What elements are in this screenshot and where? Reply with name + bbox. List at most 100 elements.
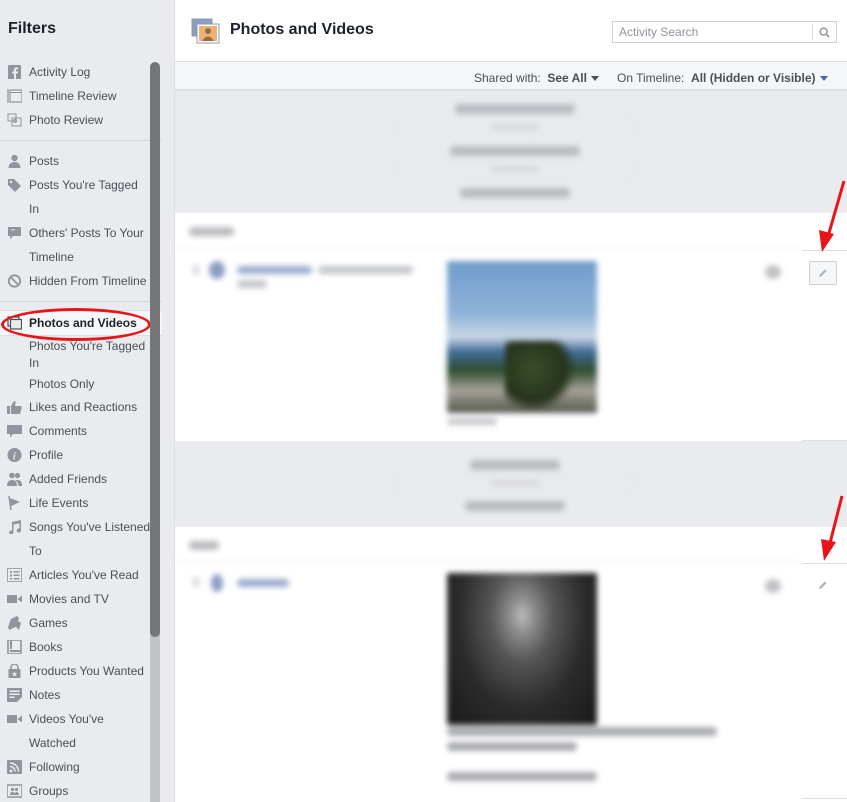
search-icon — [819, 26, 830, 38]
quote-bubble-icon: ”” — [7, 226, 22, 240]
shared-with-label: Shared with: — [474, 71, 541, 85]
card-date-header — [175, 527, 802, 563]
sidebar-item-photos-you-re-tagged-in[interactable]: Photos You're Tagged In — [0, 336, 150, 374]
facebook-icon — [7, 65, 22, 79]
sidebar-item-following[interactable]: Following — [0, 755, 150, 779]
blurred-name-link[interactable] — [237, 579, 289, 587]
sidebar-item-label: Photos and Videos — [29, 316, 137, 330]
blurred-date — [189, 227, 234, 236]
sidebar-item-likes-and-reactions[interactable]: Likes and Reactions — [0, 395, 150, 419]
sidebar-item-label: Timeline Review — [29, 89, 117, 103]
sidebar-divider — [0, 140, 162, 141]
blurred-post-text — [447, 772, 597, 781]
month-navigation-blurred — [395, 96, 675, 208]
blurred-activity-text — [318, 266, 413, 274]
search-button[interactable] — [812, 24, 836, 40]
sidebar-item-notes[interactable]: Notes — [0, 683, 150, 707]
sidebar-item-added-friends[interactable]: Added Friends — [0, 467, 150, 491]
activity-search-input[interactable] — [613, 22, 813, 42]
sidebar-item-comments[interactable]: Comments — [0, 419, 150, 443]
sidebar-item-label: Added Friends — [29, 472, 108, 486]
photo-review-icon — [7, 113, 22, 127]
sidebar-divider — [0, 301, 162, 302]
sidebar-scrollbar[interactable] — [150, 62, 160, 802]
sidebar-item-label: Articles You've Read — [29, 568, 139, 582]
filters-title: Filters — [8, 20, 57, 37]
shared-with-dropdown[interactable]: See All — [547, 71, 599, 85]
filters-sidebar: Filters Activity Log Timeline Review Photo… — [0, 0, 175, 802]
edit-button[interactable] — [814, 576, 832, 594]
sidebar-item-label: Photos You're Tagged — [29, 339, 146, 353]
sidebar-item-articles-you-ve-read[interactable]: Articles You've Read — [0, 563, 150, 587]
sidebar-item-photos-and-videos[interactable]: Photos and Videos — [0, 310, 162, 336]
blurred-name-link[interactable] — [237, 266, 312, 274]
blurred-month-label — [455, 104, 575, 114]
sidebar-item-hidden-from-timeline[interactable]: Hidden From Timeline — [0, 269, 150, 293]
on-timeline-dropdown[interactable]: All (Hidden or Visible) — [691, 71, 828, 85]
flag-icon — [7, 496, 22, 510]
privacy-icon[interactable] — [765, 265, 781, 279]
sidebar-item-life-events[interactable]: Life Events — [0, 491, 150, 515]
blurred-post-text — [447, 742, 577, 751]
chevron-down-icon — [590, 76, 599, 82]
sidebar-item-label: Comments — [29, 424, 88, 438]
sidebar-item-songs-you-ve-listened-to[interactable]: Songs You've Listened To — [0, 515, 150, 563]
row-marker — [193, 265, 199, 275]
sidebar-item-games[interactable]: Games — [0, 611, 150, 635]
sidebar-scroll-thumb[interactable] — [150, 62, 160, 637]
chevron-down-icon — [819, 76, 828, 82]
blurred-month-count — [490, 166, 540, 172]
sidebar-item-label-continued: Watched — [29, 736, 76, 750]
sidebar-item-label: Life Events — [29, 496, 89, 510]
blurred-post-text — [447, 727, 717, 736]
on-timeline-filter: On Timeline: All (Hidden or Visible) — [617, 71, 828, 85]
comment-icon — [7, 424, 22, 438]
blurred-month-count — [490, 124, 540, 130]
page-title: Photos and Videos — [230, 21, 374, 38]
photo-detail — [505, 341, 575, 411]
divider — [802, 440, 847, 441]
sidebar-item-profile[interactable]: i Profile — [0, 443, 150, 467]
filter-bar: Shared with: See All On Timeline: All (H… — [175, 62, 847, 91]
hidden-icon — [7, 274, 22, 288]
notes-icon — [7, 688, 22, 702]
sidebar-item-movies-and-tv[interactable]: Movies and TV — [0, 587, 150, 611]
edit-button[interactable] — [809, 261, 837, 285]
blurred-month-count — [490, 480, 540, 486]
sidebar-item-videos-you-ve-watched[interactable]: Videos You've Watched — [0, 707, 150, 755]
sidebar-item-label-continued: In — [29, 202, 40, 216]
sidebar-item-activity-log[interactable]: Activity Log — [0, 60, 150, 84]
sidebar-item-photos-only[interactable]: Photos Only — [0, 374, 150, 395]
svg-text:””: ”” — [11, 229, 16, 236]
activity-card — [175, 527, 802, 802]
sidebar-item-posts-you-re-tagged-in[interactable]: Posts You're Tagged In — [0, 173, 150, 221]
privacy-icon[interactable] — [765, 579, 781, 593]
sidebar-item-books[interactable]: Books — [0, 635, 150, 659]
blurred-date — [189, 541, 219, 550]
article-icon — [7, 568, 22, 582]
card-side-panel — [802, 213, 847, 441]
blurred-activity-text — [237, 280, 267, 288]
pencil-icon — [819, 269, 827, 277]
filter-nav: Activity Log Timeline Review Photo Review P… — [0, 60, 162, 802]
info-icon: i — [7, 448, 22, 462]
blurred-portrait-photo[interactable] — [447, 573, 597, 725]
avatar[interactable] — [209, 261, 225, 279]
sidebar-item-groups[interactable]: Groups — [0, 779, 150, 802]
sidebar-item-products-you-wanted[interactable]: Products You Wanted — [0, 659, 150, 683]
sidebar-item-others-posts-to-your-timeline[interactable]: ”” Others' Posts To Your Timeline — [0, 221, 150, 269]
blurred-month-label — [465, 501, 565, 511]
thumbs-up-icon — [7, 400, 22, 414]
sidebar-item-timeline-review[interactable]: Timeline Review — [0, 84, 150, 108]
rss-icon — [7, 760, 22, 774]
sidebar-item-posts[interactable]: Posts — [0, 149, 150, 173]
sidebar-item-photo-review[interactable]: Photo Review — [0, 108, 150, 132]
main-content: Photos and Videos Shared with: See All O… — [175, 0, 847, 802]
sidebar-item-label: Hidden From Timeline — [29, 274, 147, 288]
sidebar-item-label-continued: To — [29, 544, 42, 558]
svg-text:i: i — [13, 452, 16, 463]
on-timeline-label: On Timeline: — [617, 71, 685, 85]
gamepad-icon — [7, 616, 22, 630]
video-camera-icon — [7, 592, 22, 606]
avatar[interactable] — [211, 574, 223, 592]
